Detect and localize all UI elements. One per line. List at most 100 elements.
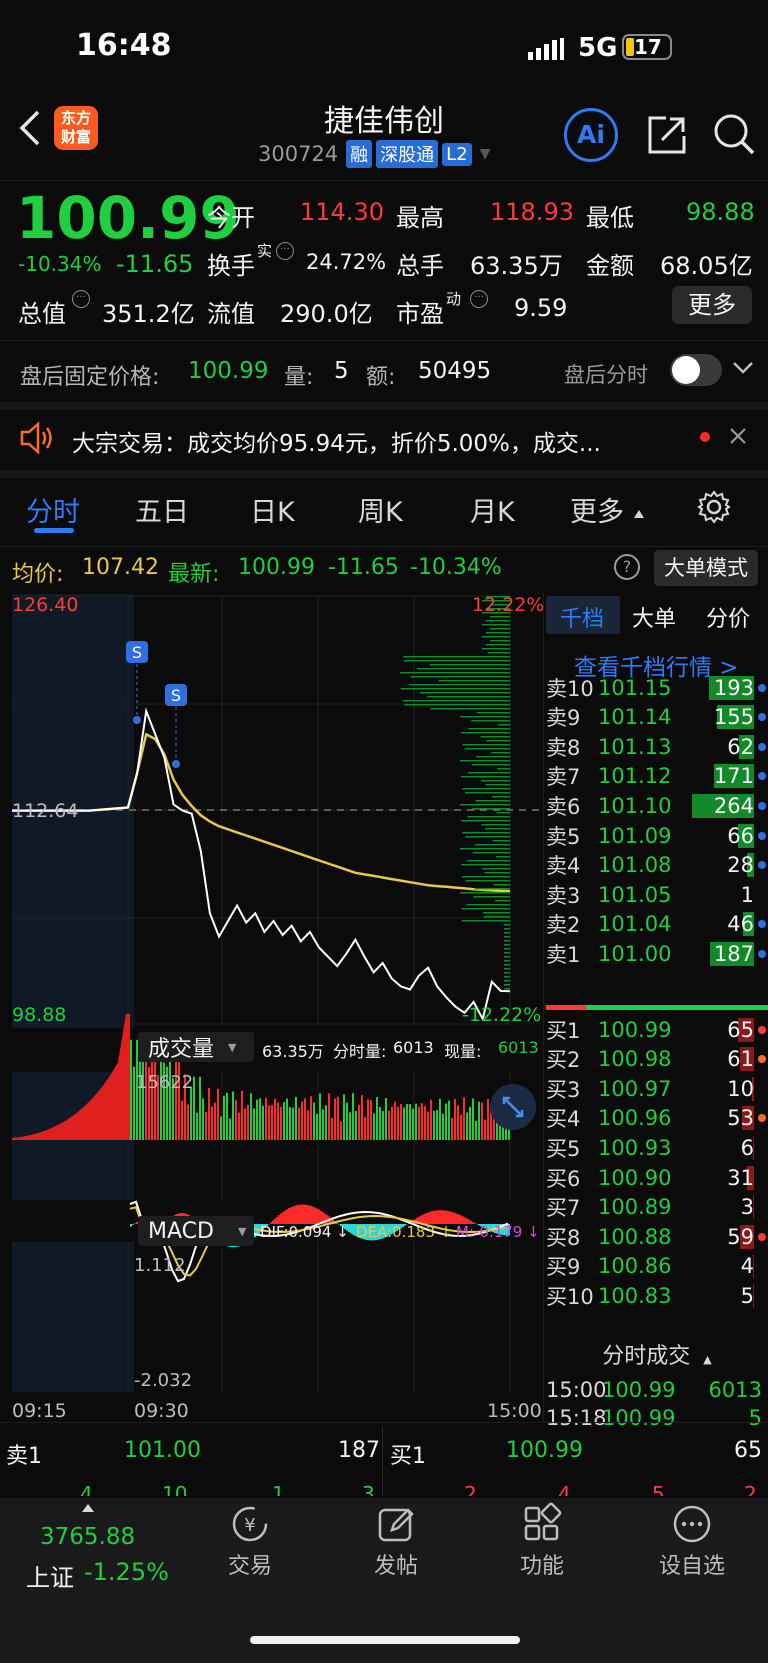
orderbook-tab-depth[interactable]: 千档: [560, 601, 604, 633]
bottom-ask-label: 卖1: [6, 1444, 42, 1469]
trades-title[interactable]: 分时成交 ▲: [546, 1338, 768, 1370]
bid-level-label: 买7: [546, 1196, 581, 1221]
macd-bar: [288, 1208, 290, 1224]
bid-price: 100.90: [598, 1165, 672, 1190]
info-icon[interactable]: ···: [72, 290, 90, 308]
after-hours-toggle[interactable]: [670, 354, 722, 386]
bid-price: 100.88: [598, 1224, 672, 1249]
nav-watchlist[interactable]: 设自选: [632, 1502, 752, 1580]
ask-row[interactable]: 卖3 101.05 1: [546, 879, 768, 910]
macd-bar: [316, 1208, 318, 1224]
volume-selector[interactable]: 成交量 ▼: [138, 1032, 254, 1062]
expand-button[interactable]: [490, 1084, 536, 1130]
volume-bar: [187, 1104, 189, 1140]
chevron-down-icon[interactable]: [732, 360, 754, 380]
volume-bar: [349, 1112, 351, 1140]
help-icon[interactable]: ?: [614, 554, 640, 580]
intraday-chart[interactable]: S S: [0, 592, 546, 1392]
ask-volume: 46: [727, 912, 754, 937]
ask-volume: 1: [740, 882, 754, 907]
ask-row[interactable]: 卖2 101.04 46: [546, 909, 768, 940]
depth-bar: [495, 900, 510, 902]
tab-more[interactable]: 更多: [570, 490, 624, 529]
volume-bar: [436, 1110, 438, 1140]
big-order-mode-button[interactable]: 大单模式: [654, 550, 758, 586]
bid-row[interactable]: 买7 100.89 3: [546, 1192, 768, 1223]
bid-row[interactable]: 买6 100.90 31: [546, 1162, 768, 1193]
small-left-0: 4: [80, 1482, 93, 1496]
depth-bar: [504, 960, 510, 962]
tab-monthly-k[interactable]: 月K: [470, 490, 515, 529]
y-axis-top: 126.40: [12, 594, 79, 616]
ask-row[interactable]: 卖7 101.12 171: [546, 761, 768, 792]
bid-row[interactable]: 买10 100.83 5: [546, 1280, 768, 1311]
depth-bar: [495, 856, 510, 858]
ask-row[interactable]: 卖5 101.09 66: [546, 820, 768, 851]
depth-bar: [504, 940, 510, 942]
macd-selector[interactable]: MACD ▼: [138, 1216, 254, 1246]
ask-row[interactable]: 卖6 101.10 264: [546, 790, 768, 821]
ask-volume: 171: [713, 764, 754, 789]
nav-functions[interactable]: 功能: [482, 1502, 602, 1580]
ask-row[interactable]: 卖8 101.13 62: [546, 731, 768, 762]
tab-weekly-k[interactable]: 周K: [358, 490, 403, 529]
bid-row[interactable]: 买3 100.97 10: [546, 1073, 768, 1104]
ask-row[interactable]: 卖10 101.15 193: [546, 672, 768, 703]
volume-bar: [169, 1052, 171, 1140]
depth-bar: [464, 748, 510, 750]
high-label: 最高: [396, 204, 444, 232]
bid-row[interactable]: 买8 100.88 59: [546, 1221, 768, 1252]
macd-bar: [442, 1210, 444, 1224]
news-ticker[interactable]: 大宗交易：成交均价95.94元，折价5.00%，成交...: [72, 424, 601, 458]
ask-volume: 62: [727, 734, 754, 759]
ask-price: 101.15: [598, 675, 672, 700]
tab-five-day[interactable]: 五日: [135, 490, 189, 529]
bid-order-dot: [758, 1055, 766, 1064]
volume-bar: [133, 1066, 135, 1140]
info-icon[interactable]: ···: [470, 290, 488, 308]
sell-marker[interactable]: S: [165, 684, 187, 706]
ask-volume: 28: [727, 853, 754, 878]
sell-marker[interactable]: S: [126, 641, 148, 663]
depth-bar: [487, 652, 510, 654]
more-button[interactable]: 更多: [672, 286, 752, 324]
macd-bar: [306, 1204, 308, 1224]
ask-row[interactable]: 卖1 101.00 187: [546, 938, 768, 969]
bid-row[interactable]: 买1 100.99 65: [546, 1014, 768, 1045]
ai-button[interactable]: Ai: [564, 108, 618, 162]
bid-level-label: 买10: [546, 1284, 594, 1309]
settings-icon[interactable]: [697, 490, 731, 528]
orderbook-tab-price-dist[interactable]: 分价: [706, 601, 750, 633]
depth-bar: [408, 684, 510, 686]
ask-row[interactable]: 卖9 101.14 155: [546, 702, 768, 733]
tab-intraday[interactable]: 分时: [26, 490, 80, 529]
tab-daily-k[interactable]: 日K: [250, 490, 295, 529]
volume-bar: [355, 1110, 357, 1140]
turnover-label: 换手: [207, 252, 255, 280]
volume-bar: [268, 1105, 270, 1140]
index-widget[interactable]: 3765.88 上证 -1.25%: [0, 1500, 176, 1592]
close-icon[interactable]: [728, 426, 748, 450]
trade-row: 15:18 100.99 5: [546, 1402, 768, 1433]
search-icon[interactable]: [712, 112, 756, 160]
bid-volume: 61: [727, 1047, 754, 1072]
depth-bar: [475, 800, 510, 802]
bid-row[interactable]: 买5 100.93 6: [546, 1132, 768, 1163]
stock-code-row[interactable]: 300724 融 深股通 L2 ▼: [258, 140, 490, 168]
depth-bar: [473, 896, 510, 898]
volume-bar: [427, 1111, 429, 1140]
volume-bar: [331, 1117, 333, 1140]
info-icon[interactable]: ···: [276, 242, 294, 260]
chevron-down-icon: ▼: [237, 1224, 247, 1238]
bid-row[interactable]: 买4 100.96 53: [546, 1103, 768, 1134]
orderbook-tab-big-orders[interactable]: 大单: [632, 601, 676, 633]
bid-row[interactable]: 买9 100.86 4: [546, 1251, 768, 1282]
nav-post[interactable]: 发帖: [336, 1502, 456, 1580]
share-icon[interactable]: [646, 114, 688, 160]
nav-trade[interactable]: ¥ 交易: [190, 1502, 310, 1580]
volume-selector-label: 成交量: [148, 1037, 215, 1062]
ask-row[interactable]: 卖4 101.08 28: [546, 850, 768, 881]
macd-bar: [436, 1210, 438, 1224]
volume-bar: [256, 1099, 258, 1140]
bid-row[interactable]: 买2 100.98 61: [546, 1044, 768, 1075]
